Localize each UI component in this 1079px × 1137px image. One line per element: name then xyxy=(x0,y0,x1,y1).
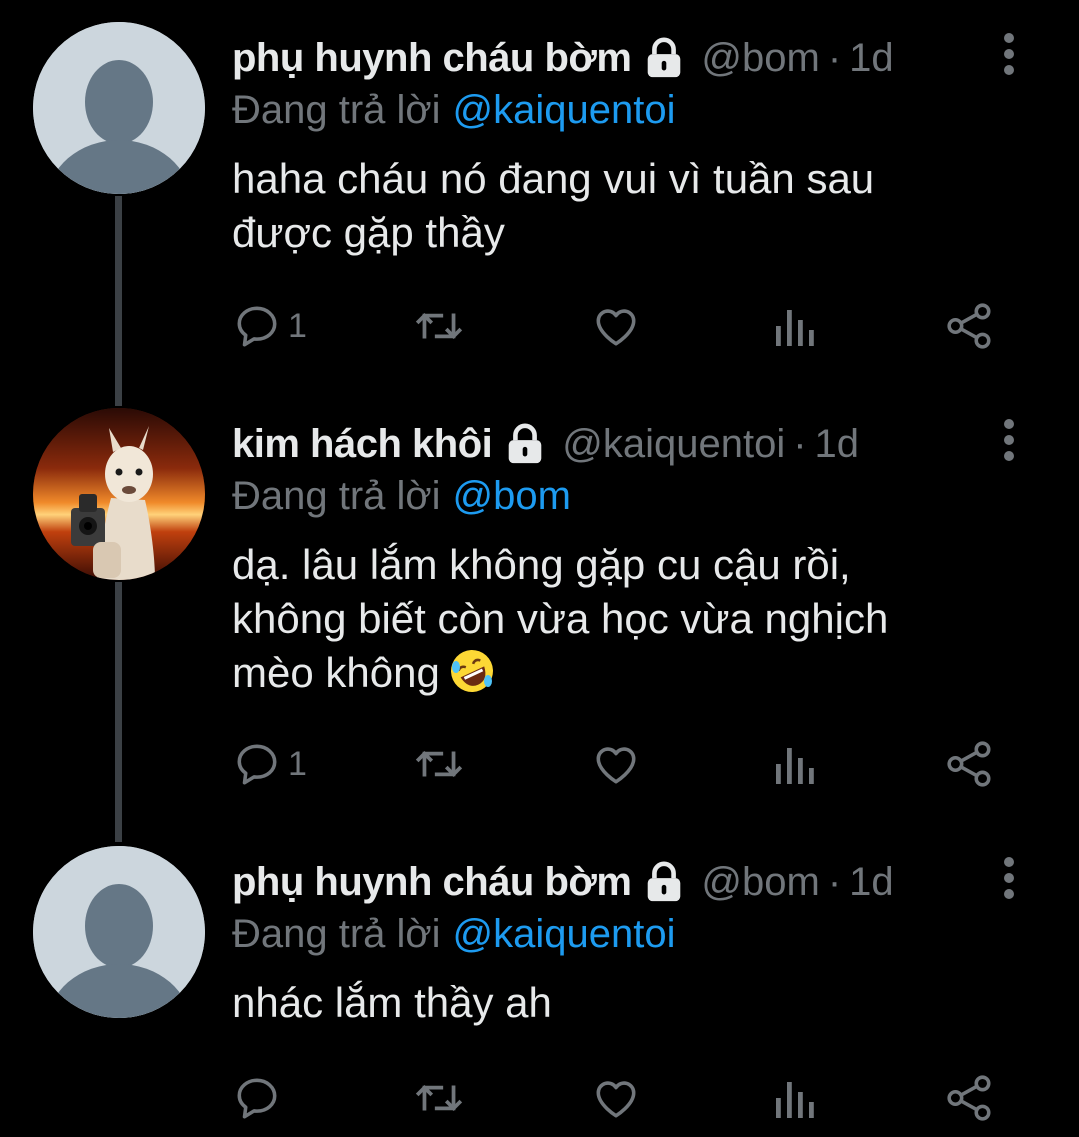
analytics-icon xyxy=(776,1082,814,1118)
reply-target-link[interactable]: @kaiquentoi xyxy=(453,88,676,132)
default-avatar-icon xyxy=(33,846,205,1018)
retweet-button[interactable] xyxy=(412,1072,466,1124)
tweet-text: haha cháu nó đang vui vì tuần sau được g… xyxy=(232,152,1032,260)
reply-count: 1 xyxy=(288,306,307,345)
replying-to: Đang trả lời @kaiquentoi xyxy=(232,908,676,960)
user-handle[interactable]: @bom xyxy=(701,30,819,86)
share-icon xyxy=(947,741,991,787)
more-options-icon[interactable] xyxy=(999,32,1019,76)
replying-to-label: Đang trả lời xyxy=(232,474,441,518)
rolling-on-floor-laughing-emoji xyxy=(450,650,493,692)
timestamp[interactable]: 1d xyxy=(849,30,894,86)
tweet[interactable]: kim hách khôi @kaiquentoi · 1d Đang trả … xyxy=(0,386,1079,826)
tweet-header: kim hách khôi @kaiquentoi · 1d xyxy=(232,416,859,472)
analytics-button[interactable] xyxy=(772,738,816,790)
like-icon xyxy=(596,1081,636,1118)
reply-count: 1 xyxy=(288,744,307,783)
separator-dot: · xyxy=(827,36,842,80)
reply-button[interactable]: 1 xyxy=(232,738,307,790)
tweet-actions xyxy=(232,1072,1012,1124)
reply-target-link[interactable]: @kaiquentoi xyxy=(453,912,676,956)
share-button[interactable] xyxy=(944,1072,996,1124)
like-button[interactable] xyxy=(590,300,642,352)
like-icon xyxy=(596,309,636,346)
retweet-button[interactable] xyxy=(412,738,466,790)
analytics-icon xyxy=(776,748,814,784)
timestamp[interactable]: 1d xyxy=(815,416,860,472)
default-avatar-icon xyxy=(33,22,205,194)
like-button[interactable] xyxy=(590,1072,642,1124)
tweet[interactable]: phụ huynh cháu bờm @bom · 1d Đang trả lờ… xyxy=(0,824,1079,1137)
tweet-text-line-with-emoji: mèo không xyxy=(232,646,1032,700)
display-name[interactable]: phụ huynh cháu bờm xyxy=(232,30,632,86)
tweet-text-line: nhác lắm thầy ah xyxy=(232,979,552,1026)
tweet-actions: 1 xyxy=(232,738,1012,790)
replying-to: Đang trả lời @bom xyxy=(232,470,571,522)
conversation-thread: phụ huynh cháu bờm @bom · 1d Đang trả lờ… xyxy=(0,0,1079,1137)
retweet-icon xyxy=(415,750,463,778)
reply-button[interactable]: 1 xyxy=(232,300,307,352)
tweet-text-line: mèo không xyxy=(232,649,440,696)
reply-button[interactable] xyxy=(232,1072,288,1124)
user-handle[interactable]: @kaiquentoi xyxy=(562,416,785,472)
analytics-button[interactable] xyxy=(772,1072,816,1124)
tweet[interactable]: phụ huynh cháu bờm @bom · 1d Đang trả lờ… xyxy=(0,0,1079,400)
tweet-text: dạ. lâu lắm không gặp cu cậu rồi, không … xyxy=(232,538,1032,700)
tweet-header: phụ huynh cháu bờm @bom · 1d xyxy=(232,854,894,910)
tweet-text-line: dạ. lâu lắm không gặp cu cậu rồi, xyxy=(232,541,851,588)
replying-to-label: Đang trả lời xyxy=(232,88,441,132)
analytics-icon xyxy=(776,310,814,346)
retweet-button[interactable] xyxy=(412,300,466,352)
tweet-header: phụ huynh cháu bờm @bom · 1d xyxy=(232,30,894,86)
reply-target-link[interactable]: @bom xyxy=(453,474,571,518)
tweet-text-line: được gặp thầy xyxy=(232,209,505,256)
like-icon xyxy=(596,747,636,784)
retweet-icon xyxy=(415,1084,463,1112)
replying-to-label: Đang trả lời xyxy=(232,912,441,956)
lock-icon xyxy=(648,861,681,902)
share-button[interactable] xyxy=(944,738,996,790)
avatar[interactable] xyxy=(33,22,205,194)
replying-to: Đang trả lời @kaiquentoi xyxy=(232,84,676,136)
reply-icon xyxy=(237,306,277,347)
user-handle[interactable]: @bom xyxy=(701,854,819,910)
lock-icon xyxy=(508,423,542,464)
avatar[interactable] xyxy=(33,846,205,1018)
lock-icon xyxy=(648,37,681,78)
reply-icon xyxy=(237,1078,277,1119)
tweet-text-line: không biết còn vừa học vừa nghịch xyxy=(232,595,889,642)
separator-dot: · xyxy=(827,860,842,904)
avatar[interactable] xyxy=(33,408,205,580)
tweet-actions: 1 xyxy=(232,300,1012,352)
share-icon xyxy=(947,303,991,349)
separator-dot: · xyxy=(793,422,807,466)
more-options-icon[interactable] xyxy=(999,418,1019,462)
tweet-text: nhác lắm thầy ah xyxy=(232,976,1032,1030)
alpaca-with-gun-photo xyxy=(33,408,205,580)
retweet-icon xyxy=(415,312,463,340)
display-name[interactable]: kim hách khôi xyxy=(232,416,493,472)
more-options-icon[interactable] xyxy=(999,856,1019,900)
share-icon xyxy=(947,1075,991,1121)
display-name[interactable]: phụ huynh cháu bờm xyxy=(232,854,632,910)
timestamp[interactable]: 1d xyxy=(849,854,894,910)
reply-icon xyxy=(237,744,277,785)
like-button[interactable] xyxy=(590,738,642,790)
analytics-button[interactable] xyxy=(772,300,816,352)
tweet-text-line: haha cháu nó đang vui vì tuần sau xyxy=(232,155,875,202)
share-button[interactable] xyxy=(944,300,996,352)
